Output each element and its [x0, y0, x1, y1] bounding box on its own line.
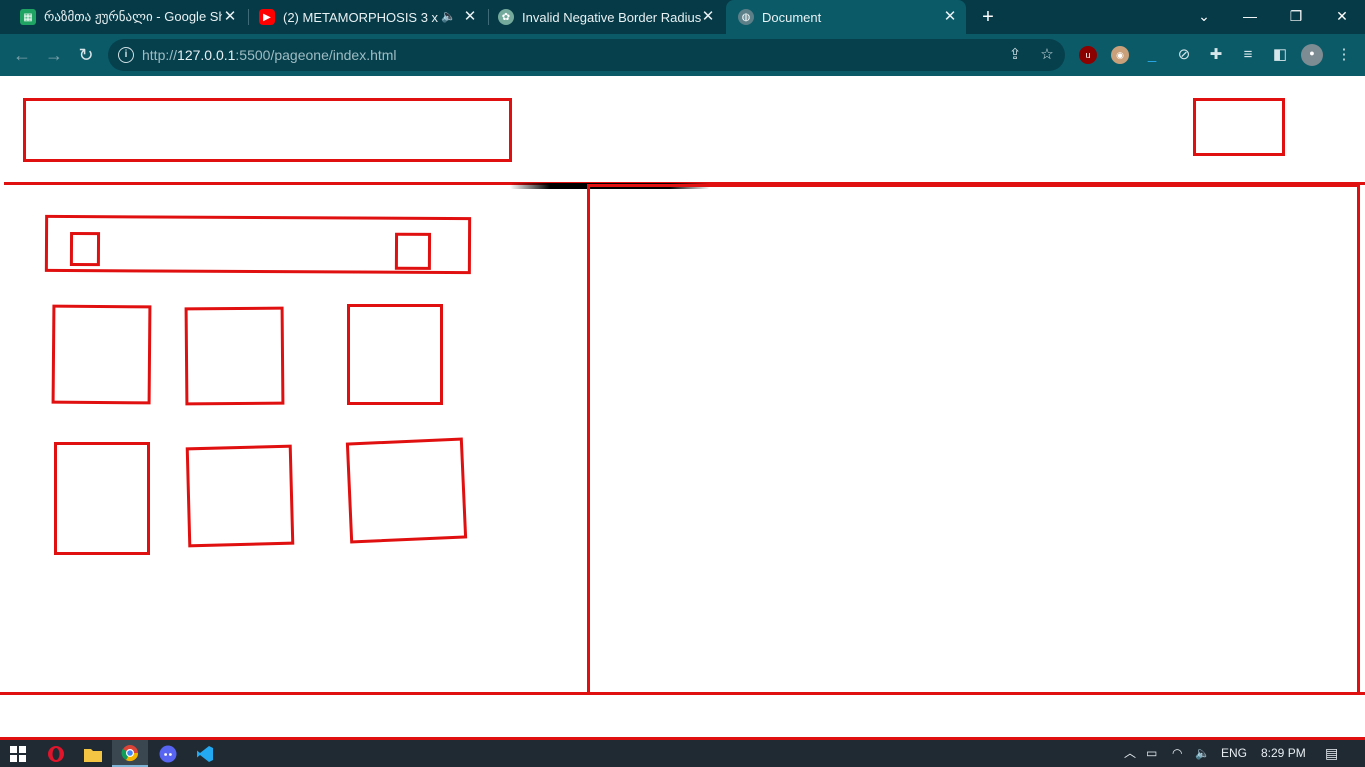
close-window-button[interactable]: ✕ [1319, 0, 1365, 34]
tab-separator [488, 9, 489, 25]
opera-icon[interactable] [38, 740, 74, 767]
extension-owl-icon[interactable]: ◉ [1111, 46, 1129, 64]
google-sheets-icon: ▦ [20, 9, 36, 25]
tab-title: Document [762, 9, 822, 25]
close-tab-icon[interactable]: ✕ [222, 9, 238, 25]
vscode-icon[interactable] [187, 740, 223, 767]
small-square-left [69, 232, 101, 267]
tab-search-button[interactable]: ⌄ [1181, 0, 1227, 34]
ublock-origin-icon[interactable]: u [1079, 46, 1097, 64]
minimize-button[interactable]: — [1227, 0, 1273, 34]
extension-underscore-icon[interactable]: _ [1141, 44, 1163, 66]
close-tab-icon[interactable]: ✕ [462, 9, 478, 25]
language-indicator[interactable]: ENG [1221, 744, 1247, 763]
tab-title: რაზმთა ჟურნალი - Google Sh [44, 9, 222, 24]
logo-placeholder-box [23, 98, 512, 162]
filter-bar-placeholder [44, 214, 472, 275]
tab-title: (2) METAMORPHOSIS 3 x DR [283, 9, 441, 25]
new-tab-button[interactable]: + [977, 6, 999, 28]
profile-avatar[interactable]: ● [1301, 44, 1323, 66]
card-placeholder [51, 304, 152, 405]
file-explorer-icon[interactable] [75, 740, 111, 767]
back-arrow-icon[interactable]: ← [10, 43, 34, 67]
wifi-icon[interactable]: ◠ [1172, 744, 1182, 763]
speaker-icon[interactable]: 🔈 [441, 9, 456, 23]
card-placeholder [345, 437, 468, 544]
small-square-right [394, 232, 432, 270]
side-panel-icon[interactable]: ◧ [1269, 44, 1291, 66]
main-content-placeholder [587, 184, 1360, 695]
kebab-menu-icon[interactable]: ⋮ [1333, 44, 1355, 66]
restore-button[interactable]: ❐ [1273, 0, 1319, 34]
footer-placeholder [0, 692, 1365, 740]
close-tab-icon[interactable]: ✕ [700, 9, 716, 25]
tab-strip: ▦ რაზმთა ჟურნალი - Google Sh ✕ ▶ (2) MET… [0, 0, 1365, 34]
volume-icon[interactable]: 🔈 [1195, 744, 1210, 763]
windows-taskbar: ︿ ▭ ◠ 🔈 ENG 8:29 PM ▤ [0, 740, 1365, 767]
windows-start-icon[interactable] [0, 740, 36, 767]
media-queue-icon[interactable]: ≡ [1237, 44, 1259, 66]
tab-separator [248, 9, 249, 25]
puzzle-extensions-icon[interactable]: ✚ [1205, 44, 1227, 66]
site-info-icon[interactable]: i [118, 47, 134, 63]
globe-icon: ◍ [738, 9, 754, 25]
card-placeholder [54, 442, 150, 555]
share-icon[interactable]: ⇪ [1006, 46, 1024, 64]
tab-title: Invalid Negative Border Radius [522, 9, 702, 25]
tab-google-sheets[interactable]: ▦ რაზმთა ჟურნალი - Google Sh ✕ [0, 0, 248, 34]
compass-icon[interactable]: ⊘ [1173, 44, 1195, 66]
page-viewport [0, 77, 1365, 740]
battery-icon[interactable]: ▭ [1146, 744, 1157, 763]
header-button-placeholder [1193, 98, 1285, 156]
close-tab-icon[interactable]: ✕ [942, 9, 958, 25]
tab-youtube[interactable]: ▶ (2) METAMORPHOSIS 3 x DR 🔈 ✕ [250, 0, 488, 34]
reload-icon[interactable]: ↻ [74, 43, 98, 67]
url-text[interactable]: http://127.0.0.1:5500/pageone/index.html [142, 47, 397, 63]
show-hidden-icons-chevron-icon[interactable]: ︿ [1124, 744, 1136, 763]
card-placeholder [347, 304, 443, 405]
tab-document[interactable]: ◍ Document ✕ [726, 0, 966, 34]
clock[interactable]: 8:29 PM [1261, 744, 1306, 763]
chatgpt-icon: ✿ [498, 9, 514, 25]
bookmark-star-icon[interactable]: ☆ [1038, 46, 1056, 64]
forward-arrow-icon[interactable]: → [42, 43, 66, 67]
youtube-icon: ▶ [259, 9, 275, 25]
card-placeholder [185, 444, 295, 548]
chrome-icon[interactable] [112, 740, 148, 767]
tab-chatgpt[interactable]: ✿ Invalid Negative Border Radius ✕ [490, 0, 726, 34]
browser-toolbar: ← → ↻ i http://127.0.0.1:5500/pageone/in… [0, 34, 1365, 76]
address-bar[interactable]: i http://127.0.0.1:5500/pageone/index.ht… [108, 39, 1065, 71]
card-placeholder [184, 306, 285, 406]
notifications-icon[interactable]: ▤ [1325, 744, 1338, 763]
discord-icon[interactable] [150, 740, 186, 767]
